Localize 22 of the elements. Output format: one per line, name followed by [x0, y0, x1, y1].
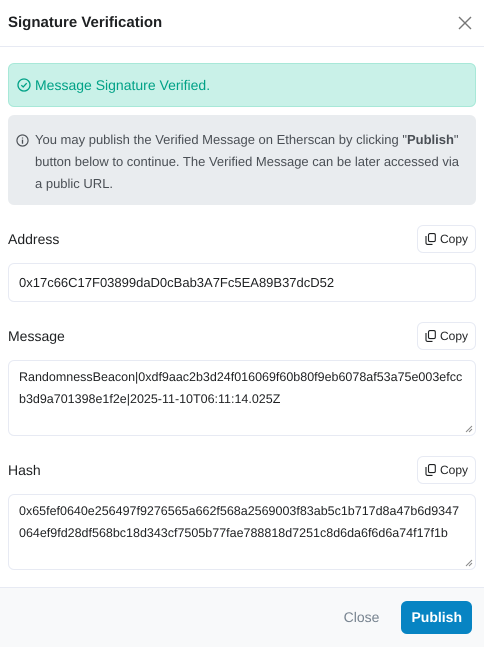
close-icon[interactable]	[458, 16, 472, 30]
copy-button[interactable]: Copy	[416, 456, 476, 484]
text-area[interactable]: RandomnessBeacon|0xdf9aac2b3d24f016069f60b80f9eb6078af53a75e003efccb3d9a701398e1f2e|2025-11-10T06:11:14.025Z	[8, 360, 476, 436]
field-label: Address	[8, 230, 60, 248]
copy-icon	[424, 330, 436, 342]
copy-button[interactable]: Copy	[416, 225, 476, 253]
field-label: Hash	[8, 460, 41, 480]
close-button[interactable]: Close	[338, 601, 386, 634]
resize-grip-icon[interactable]	[465, 425, 473, 433]
dialog-title: Signature Verification	[8, 12, 162, 33]
check-circle-icon	[17, 78, 31, 92]
field-label: Message	[8, 326, 65, 346]
address-field[interactable]: 0x17c66C17F03899daD0cBab3A7Fc5EA89B37dcD52	[8, 263, 476, 302]
info-message: You may publish the Verified Message on Etherscan by clicking "Publish" button below to continue. The Verified Message can be later accessed via a public URL.	[35, 131, 460, 193]
copy-icon	[424, 233, 436, 245]
info-icon	[16, 134, 29, 147]
copy-button[interactable]: Copy	[416, 322, 476, 350]
publish-button[interactable]: Publish	[401, 601, 472, 634]
copy-icon	[424, 464, 436, 476]
success-message: Message Signature Verified.	[35, 76, 210, 95]
text-area[interactable]: 0x65fef0640e256497f9276565a662f568a2569003f83ab5c1b717d8a47b6d9347064ef9fd28df568bc18d343cf7505b77fae788818d7251c8d6da6f6d6a74f17f1b	[8, 494, 476, 570]
resize-grip-icon[interactable]	[465, 559, 473, 567]
